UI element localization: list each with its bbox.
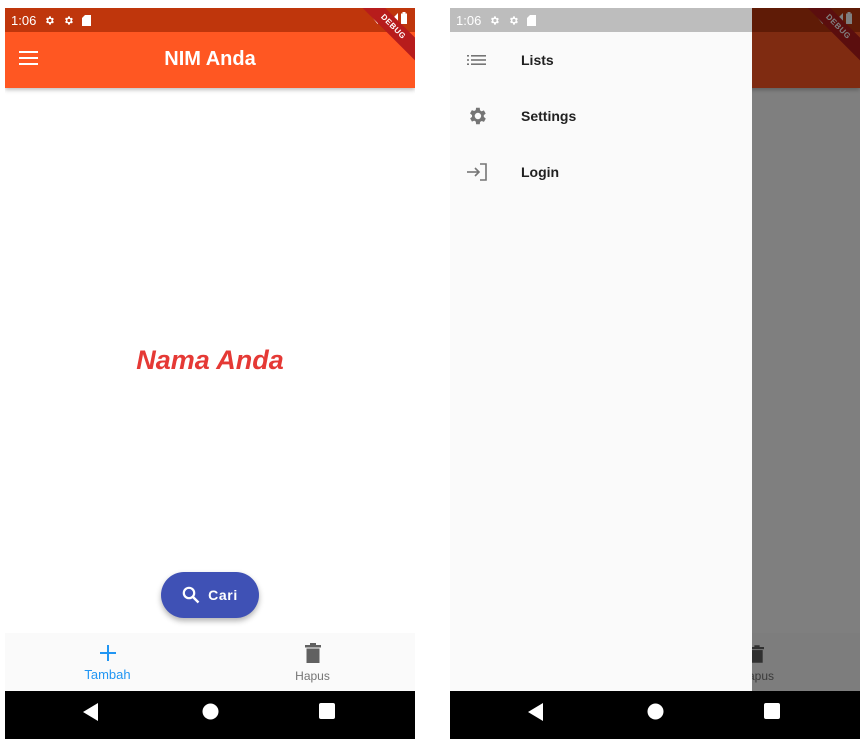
system-navigation-bar: [450, 691, 860, 739]
status-time: 1:06: [456, 12, 482, 28]
back-icon[interactable]: [528, 703, 544, 726]
nav-item-hapus[interactable]: Hapus: [210, 633, 415, 691]
drawer-status-bar: 1:06: [450, 8, 752, 32]
gear-icon: [489, 15, 500, 26]
drawer-item-lists[interactable]: Lists: [450, 33, 752, 89]
status-time: 1:06: [11, 12, 37, 28]
sd-card-icon: [527, 14, 537, 26]
login-icon: [466, 161, 488, 188]
bottom-navigation: Tambah Hapus: [5, 633, 415, 691]
drawer-item-label: Lists: [521, 52, 554, 68]
phone-screen-main: NIM Anda 1:06 DEBUG Nama Anda Cari Tamba…: [5, 8, 415, 739]
drawer-item-label: Login: [521, 164, 560, 180]
home-icon[interactable]: [202, 703, 219, 725]
recents-icon[interactable]: [319, 703, 335, 724]
system-navigation-bar: [5, 691, 415, 739]
drawer-item-label: Settings: [521, 108, 577, 124]
name-text: Nama Anda: [136, 345, 284, 375]
status-bar-content: 1:06: [450, 8, 752, 32]
add-icon: [5, 643, 210, 665]
search-icon: [182, 586, 200, 604]
status-bar: 1:06: [5, 8, 415, 32]
app-bar-title: NIM Anda: [164, 48, 256, 70]
gear-icon: [63, 15, 74, 26]
back-icon[interactable]: [83, 703, 99, 726]
search-fab-label: Cari: [208, 587, 238, 603]
recents-icon[interactable]: [764, 703, 780, 724]
drawer-item-login[interactable]: Login: [450, 145, 752, 201]
gear-icon: [508, 15, 519, 26]
list-icon: [466, 49, 488, 76]
app-bar: NIM Anda: [5, 32, 415, 88]
drawer-item-settings[interactable]: Settings: [450, 89, 752, 145]
sd-card-icon: [82, 14, 92, 26]
nav-item-label: Hapus: [295, 669, 330, 683]
settings-icon: [466, 105, 488, 132]
navigation-drawer: 1:06 Lists Settings Login: [450, 8, 752, 691]
phone-screen-drawer-open: NIM Anda DEBUG apus 1:06: [450, 8, 860, 739]
delete-icon: [210, 643, 415, 665]
search-fab-button[interactable]: Cari: [161, 572, 259, 618]
nav-item-tambah[interactable]: Tambah: [5, 633, 210, 691]
battery-icon: [401, 12, 407, 24]
home-icon[interactable]: [647, 703, 664, 725]
nav-item-label: Tambah: [84, 667, 131, 682]
gear-icon: [44, 15, 55, 26]
